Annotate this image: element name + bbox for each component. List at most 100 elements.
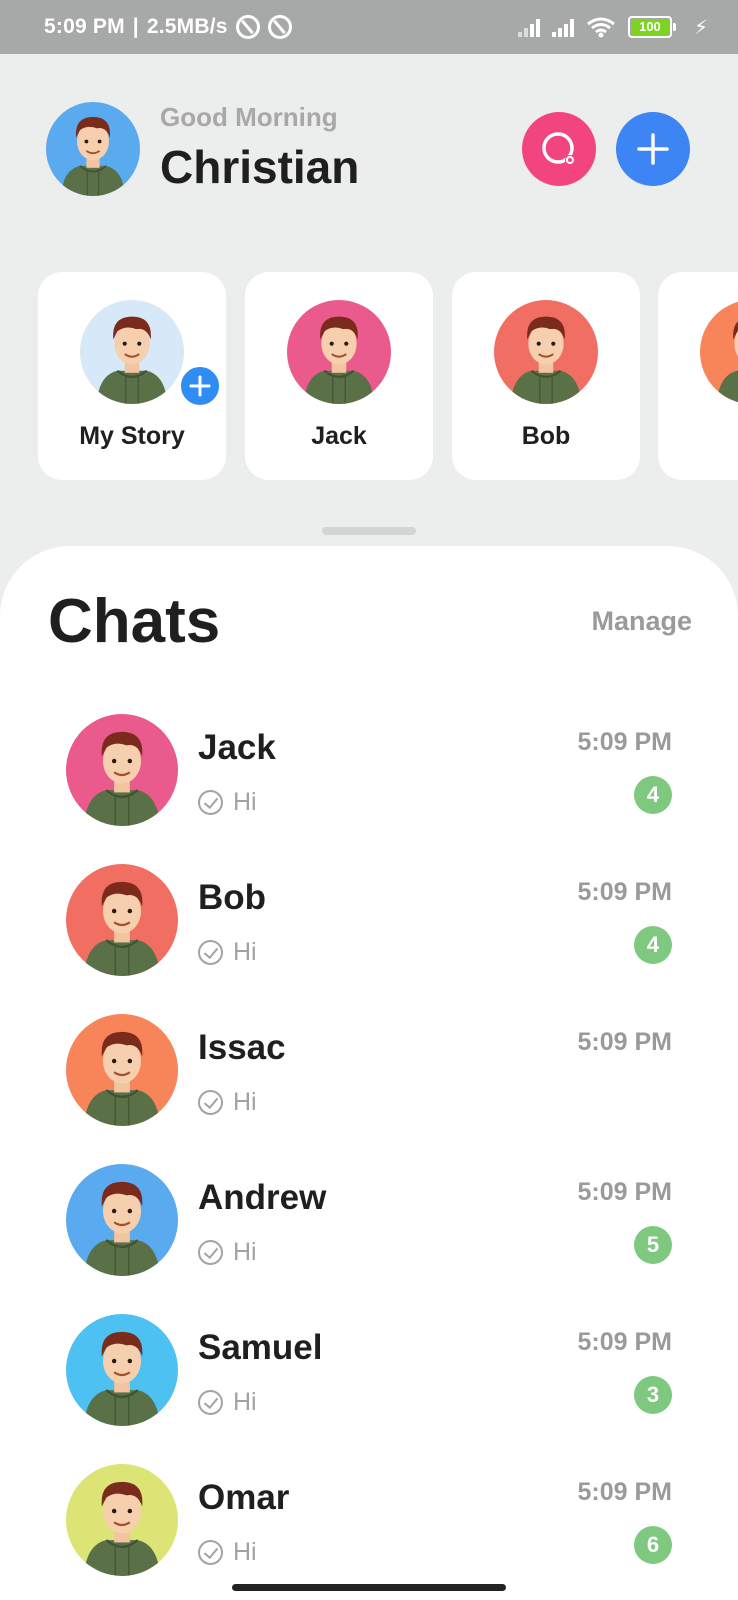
chat-name: Andrew	[198, 1178, 327, 1217]
chats-title: Chats	[48, 587, 221, 656]
greeting-text: Good Morning	[160, 102, 338, 132]
chat-time: 5:09 PM	[577, 1328, 672, 1356]
chat-message: Hi	[233, 1538, 257, 1566]
sheet-drag-handle[interactable]	[322, 527, 416, 535]
chat-message: Hi	[233, 938, 257, 966]
user-avatar[interactable]	[46, 102, 140, 196]
battery-icon: 100	[627, 16, 676, 38]
avatar-illustration	[66, 864, 178, 976]
data-saver-icon	[235, 15, 260, 39]
chat-time: 5:09 PM	[577, 878, 672, 906]
new-chat-button[interactable]	[616, 112, 690, 186]
battery-level: 100	[630, 19, 669, 35]
chat-time: 5:09 PM	[577, 728, 672, 756]
avatar-illustration	[66, 1014, 178, 1126]
stories-row[interactable]: My Story Jack Bob Is	[0, 272, 738, 480]
story-name: Jack	[311, 422, 367, 450]
manage-button[interactable]: Manage	[591, 606, 692, 637]
read-check-icon	[198, 1090, 223, 1115]
add-story-button[interactable]	[178, 364, 222, 408]
chat-preview: Hi	[198, 788, 257, 817]
read-check-icon	[198, 1390, 223, 1415]
chat-name: Issac	[198, 1028, 286, 1067]
avatar-illustration	[66, 714, 178, 826]
wifi-icon	[587, 17, 615, 38]
status-speed: 2.5MB/s	[146, 15, 228, 38]
status-separator: |	[132, 15, 139, 38]
story-avatar	[287, 300, 391, 404]
chat-message: Hi	[233, 1088, 257, 1116]
story-name: Is	[658, 422, 738, 451]
status-time: 5:09 PM	[44, 15, 125, 38]
chat-time: 5:09 PM	[577, 1478, 672, 1506]
story-card-bob[interactable]: Bob	[452, 272, 640, 480]
status-right: 100 ⚡	[517, 15, 708, 40]
status-bar: 5:09 PM | 2.5MB/s 100 ⚡	[0, 0, 738, 54]
chat-name: Omar	[198, 1478, 290, 1517]
chat-avatar	[66, 1464, 178, 1576]
avatar-illustration	[700, 300, 738, 404]
story-card-issac[interactable]: Is	[658, 272, 738, 480]
unread-badge: 6	[634, 1526, 672, 1564]
chat-preview: Hi	[198, 1088, 257, 1117]
chat-avatar	[66, 714, 178, 826]
charging-icon: ⚡	[693, 16, 708, 39]
chat-preview: Hi	[198, 1238, 257, 1267]
avatar-illustration	[66, 1464, 178, 1576]
unread-badge: 3	[634, 1376, 672, 1414]
signal-icon	[517, 17, 540, 37]
story-card-jack[interactable]: Jack	[245, 272, 433, 480]
chat-row-bob[interactable]: Bob Hi 5:09 PM 4	[0, 864, 738, 994]
user-name: Christian	[160, 141, 360, 193]
chat-preview: Hi	[198, 1538, 257, 1567]
signal-icon	[551, 17, 574, 37]
read-check-icon	[198, 940, 223, 965]
chat-row-andrew[interactable]: Andrew Hi 5:09 PM 5	[0, 1164, 738, 1294]
avatar-illustration	[287, 300, 391, 404]
unread-badge: 4	[634, 926, 672, 964]
chat-avatar	[66, 1314, 178, 1426]
story-card-my-story[interactable]: My Story	[38, 272, 226, 480]
chat-row-samuel[interactable]: Samuel Hi 5:09 PM 3	[0, 1314, 738, 1444]
avatar-illustration	[66, 1314, 178, 1426]
avatar-illustration	[46, 102, 140, 196]
chat-name: Samuel	[198, 1328, 323, 1367]
read-check-icon	[198, 1540, 223, 1565]
avatar-illustration	[66, 1164, 178, 1276]
status-left: 5:09 PM | 2.5MB/s	[44, 15, 292, 39]
read-check-icon	[198, 790, 223, 815]
story-name: Bob	[521, 422, 571, 450]
avatar-illustration	[494, 300, 598, 404]
chat-message: Hi	[233, 1238, 257, 1266]
chat-name: Jack	[198, 728, 276, 767]
chat-time: 5:09 PM	[577, 1178, 672, 1206]
chat-avatar	[66, 1014, 178, 1126]
chat-row-omar[interactable]: Omar Hi 5:09 PM 6	[0, 1464, 738, 1594]
search-button[interactable]	[522, 112, 596, 186]
header: Good Morning Christian	[46, 100, 692, 196]
chat-row-jack[interactable]: Jack Hi 5:09 PM 4	[0, 714, 738, 844]
chat-time: 5:09 PM	[577, 1028, 672, 1056]
chat-name: Bob	[198, 878, 267, 917]
story-avatar	[494, 300, 598, 404]
plus-icon	[189, 375, 211, 397]
chat-avatar	[66, 1164, 178, 1276]
story-avatar	[80, 300, 184, 404]
chat-row-issac[interactable]: Issac Hi 5:09 PM	[0, 1014, 738, 1144]
story-avatar	[700, 300, 738, 404]
chats-sheet: Chats Manage Jack Hi 5:09 PM 4 Bob Hi 5:…	[0, 546, 738, 1600]
plus-icon	[637, 133, 669, 165]
unread-badge: 4	[634, 776, 672, 814]
avatar-illustration	[80, 300, 184, 404]
home-indicator	[232, 1584, 506, 1591]
story-name: My Story	[79, 422, 185, 450]
chat-message: Hi	[233, 788, 257, 816]
data-saver-icon	[267, 15, 292, 39]
chat-avatar	[66, 864, 178, 976]
chat-preview: Hi	[198, 938, 257, 967]
chat-preview: Hi	[198, 1388, 257, 1417]
read-check-icon	[198, 1240, 223, 1265]
unread-badge: 5	[634, 1226, 672, 1264]
chat-message: Hi	[233, 1388, 257, 1416]
search-icon	[542, 132, 575, 165]
